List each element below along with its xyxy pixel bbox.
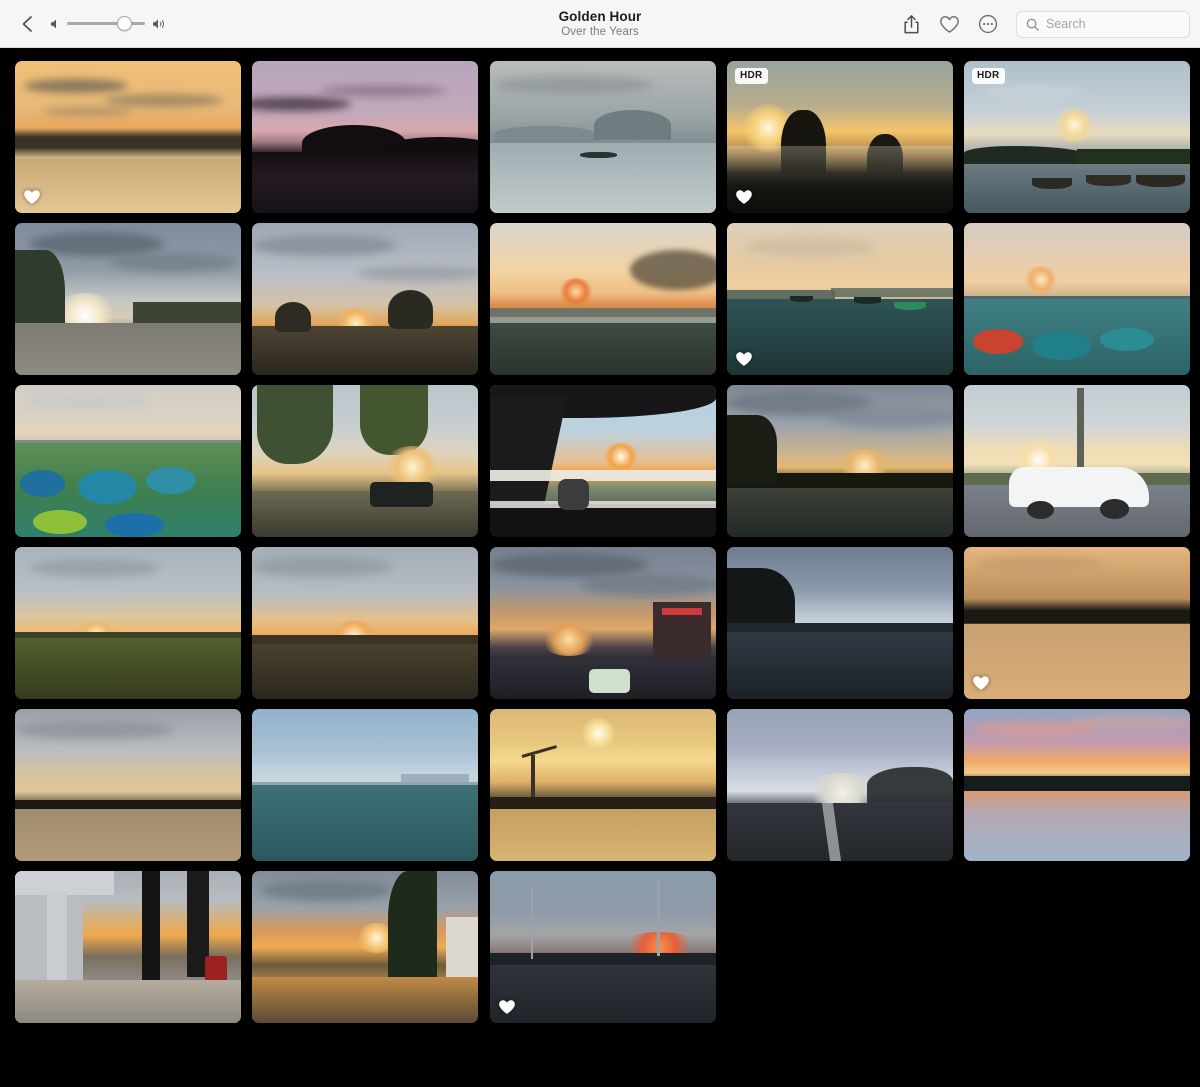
favorite-heart-icon [972,674,990,692]
back-button[interactable] [18,12,36,36]
speaker-low-icon [50,18,60,30]
photo-thumbnail[interactable] [252,871,478,1023]
search-placeholder: Search [1046,17,1086,31]
volume-slider-knob[interactable] [117,16,132,31]
favorite-icon[interactable] [939,15,960,34]
photo-grid[interactable]: HDR HDR [0,49,1200,1087]
photo-thumbnail[interactable] [15,385,241,537]
photo-thumbnail[interactable] [15,223,241,375]
page-title: Golden Hour [558,8,642,24]
photo-thumbnail[interactable] [490,871,716,1023]
photo-thumbnail[interactable] [727,709,953,861]
photo-thumbnail[interactable] [490,223,716,375]
favorite-heart-icon [735,188,753,206]
search-icon [1026,18,1039,31]
volume-slider-track [67,22,145,25]
photo-thumbnail[interactable] [15,709,241,861]
page-subtitle: Over the Years [561,25,639,38]
window-toolbar: Golden Hour Over the Years Search [0,0,1200,48]
photo-thumbnail[interactable] [490,547,716,699]
toolbar-right-group: Search [902,0,1190,48]
photo-thumbnail[interactable] [490,61,716,213]
toolbar-left-group [0,12,167,36]
more-circle-icon[interactable] [978,14,998,34]
photo-thumbnail[interactable] [252,223,478,375]
photo-thumbnail[interactable] [727,547,953,699]
speaker-high-icon [152,18,167,30]
photo-thumbnail[interactable] [490,709,716,861]
photo-thumbnail[interactable] [15,871,241,1023]
photo-thumbnail[interactable]: HDR [727,61,953,213]
photo-thumbnail[interactable] [964,385,1190,537]
volume-control[interactable] [50,16,167,32]
favorite-heart-icon [498,998,516,1016]
photo-thumbnail[interactable] [727,223,953,375]
volume-slider[interactable] [67,16,145,32]
hdr-badge: HDR [735,68,768,84]
photo-thumbnail[interactable] [15,547,241,699]
share-icon[interactable] [902,14,921,35]
favorite-heart-icon [23,188,41,206]
hdr-badge: HDR [972,68,1005,84]
photo-thumbnail[interactable]: HDR [964,61,1190,213]
favorite-heart-icon [735,350,753,368]
photo-thumbnail[interactable] [252,385,478,537]
photo-thumbnail[interactable] [252,61,478,213]
photo-thumbnail[interactable] [252,709,478,861]
photo-thumbnail[interactable] [15,61,241,213]
search-input[interactable]: Search [1016,10,1190,38]
photo-thumbnail[interactable] [727,385,953,537]
photo-thumbnail[interactable] [964,709,1190,861]
photo-thumbnail[interactable] [490,385,716,537]
photo-thumbnail[interactable] [252,547,478,699]
photo-thumbnail[interactable] [964,547,1190,699]
photo-thumbnail[interactable] [964,223,1190,375]
